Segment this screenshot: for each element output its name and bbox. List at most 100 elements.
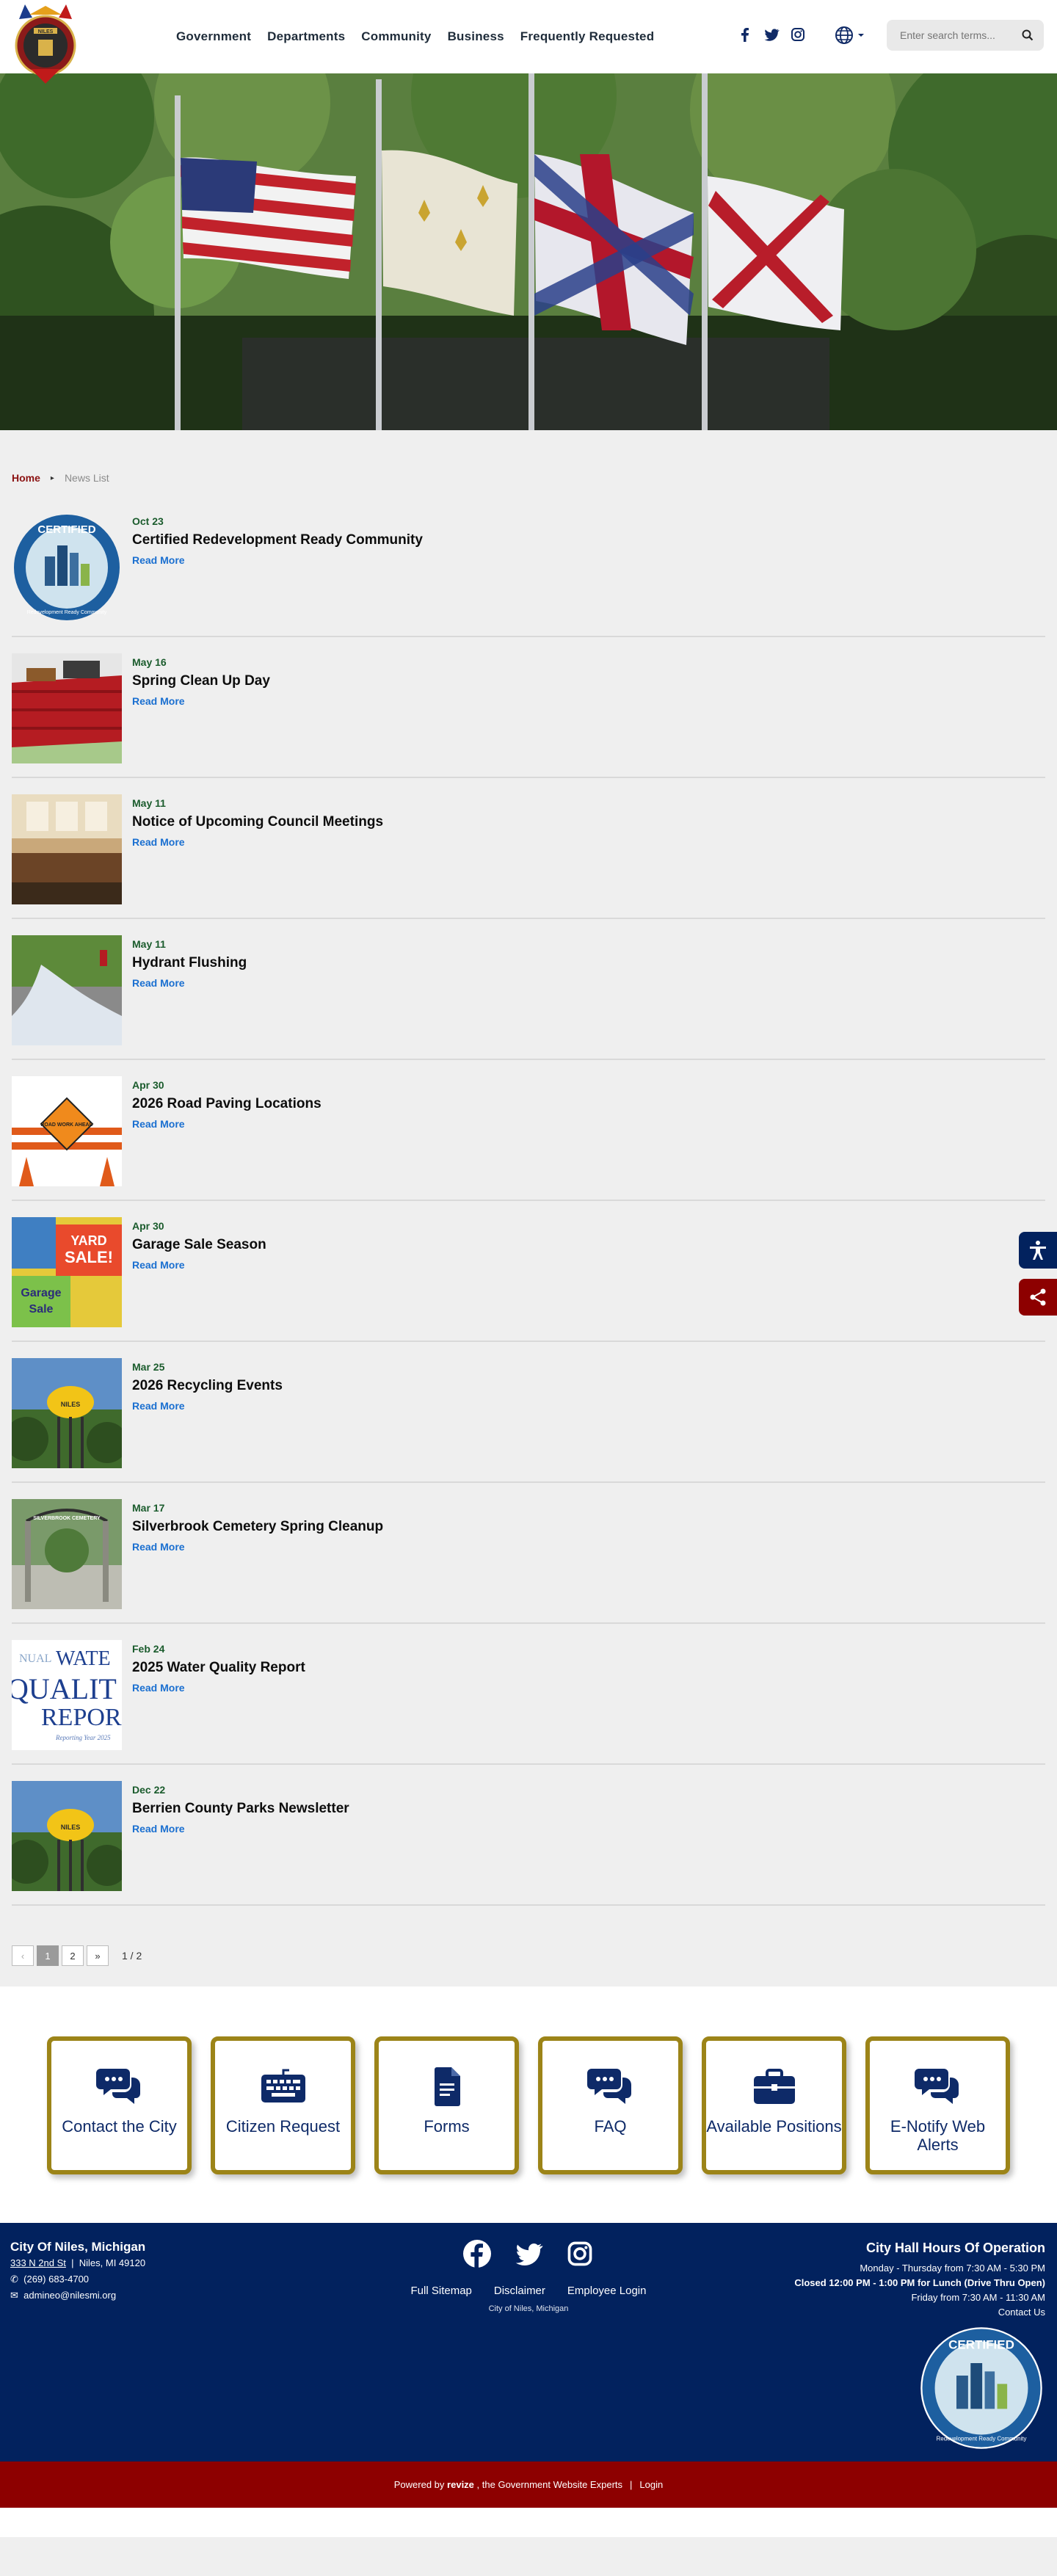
- quick-link-e-notify-web-alerts[interactable]: E-Notify Web Alerts: [865, 2036, 1010, 2174]
- instagram-icon[interactable]: [790, 26, 806, 43]
- news-thumbnail-council-room[interactable]: [12, 794, 122, 904]
- news-title[interactable]: Silverbrook Cemetery Spring Cleanup: [132, 1519, 383, 1535]
- footer-hours-line: Monday - Thursday from 7:30 AM - 5:30 PM: [860, 2263, 1045, 2274]
- nav-business[interactable]: Business: [448, 29, 504, 44]
- news-title[interactable]: 2025 Water Quality Report: [132, 1660, 305, 1676]
- pager-page-1[interactable]: 1: [37, 1945, 59, 1966]
- news-item: May 11 Hydrant Flushing Read More: [12, 919, 1045, 1060]
- globe-icon: [835, 26, 853, 44]
- news-thumbnail-water-tower[interactable]: NILES: [12, 1358, 122, 1468]
- footer-links: Full Sitemap Disclaimer Employee Login: [389, 2285, 668, 2297]
- twitter-icon[interactable]: [514, 2239, 543, 2268]
- news-thumbnail-dumpster[interactable]: [12, 653, 122, 763]
- footer-contact-us-link[interactable]: Contact Us: [794, 2305, 1045, 2320]
- wq-text-5: Reporting Year 2025: [55, 1734, 111, 1741]
- search-input[interactable]: [900, 29, 1017, 41]
- news-title[interactable]: Spring Clean Up Day: [132, 673, 270, 689]
- footer-street-link[interactable]: 333 N 2nd St: [10, 2257, 66, 2268]
- read-more-link[interactable]: Read More: [132, 554, 423, 566]
- accessibility-button[interactable]: [1019, 1232, 1057, 1269]
- read-more-link[interactable]: Read More: [132, 1400, 283, 1412]
- pager-count: 1 / 2: [122, 1950, 142, 1962]
- nav-departments[interactable]: Departments: [267, 29, 345, 44]
- news-thumbnail-hydrant[interactable]: [12, 935, 122, 1045]
- news-thumbnail-crc-seal[interactable]: CERTIFIED Redevelopment Ready Community: [12, 512, 122, 623]
- footer-address: 333 N 2nd St | Niles, MI 49120: [10, 2255, 145, 2271]
- news-thumbnail-cemetery-gate[interactable]: SILVERBROOK CEMETERY: [12, 1499, 122, 1609]
- news-item: May 11 Notice of Upcoming Council Meetin…: [12, 778, 1045, 919]
- city-logo[interactable]: NILES: [10, 3, 81, 91]
- news-title[interactable]: 2026 Recycling Events: [132, 1378, 283, 1394]
- news-item: CERTIFIED Redevelopment Ready Community O…: [12, 496, 1045, 637]
- read-more-link[interactable]: Read More: [132, 1118, 322, 1130]
- wq-text-4: REPOR: [41, 1704, 122, 1731]
- breadcrumb-separator-icon: ▸: [50, 474, 54, 482]
- logo-text: NILES: [38, 29, 54, 35]
- nav-government[interactable]: Government: [176, 29, 251, 44]
- quick-link-faq[interactable]: FAQ: [538, 2036, 683, 2174]
- read-more-link[interactable]: Read More: [132, 977, 247, 989]
- badge-top-text: CERTIFIED: [948, 2338, 1014, 2352]
- quick-link-label: FAQ: [594, 2117, 627, 2136]
- footer-link-employee-login[interactable]: Employee Login: [567, 2285, 647, 2297]
- news-item: NILES Mar 25 2026 Recycling Events Read …: [12, 1342, 1045, 1483]
- footer-center: Full Sitemap Disclaimer Employee Login C…: [389, 2239, 668, 2313]
- instagram-icon[interactable]: [565, 2239, 595, 2268]
- wq-text-3: QUALIT: [12, 1672, 117, 1705]
- news-date: Mar 25: [132, 1361, 165, 1373]
- footer-phone[interactable]: ✆ (269) 683-4700: [10, 2271, 145, 2287]
- pager-next-button[interactable]: »: [87, 1945, 109, 1966]
- news-date: May 11: [132, 938, 166, 950]
- read-more-link[interactable]: Read More: [132, 836, 383, 848]
- site-header: NILES Government Departments Community B…: [0, 0, 1057, 84]
- news-title[interactable]: Notice of Upcoming Council Meetings: [132, 814, 383, 830]
- news-thumbnail-road-work[interactable]: ROAD WORK AHEAD: [12, 1076, 122, 1186]
- accessibility-icon: [1030, 1241, 1046, 1260]
- bottom-login-link[interactable]: Login: [639, 2479, 663, 2490]
- read-more-link[interactable]: Read More: [132, 1682, 305, 1694]
- news-date: Dec 22: [132, 1784, 166, 1796]
- news-title[interactable]: 2026 Road Paving Locations: [132, 1096, 322, 1112]
- facebook-icon[interactable]: [462, 2239, 492, 2268]
- quick-link-contact-the-city[interactable]: Contact the City: [47, 2036, 192, 2174]
- nav-community[interactable]: Community: [361, 29, 431, 44]
- read-more-link[interactable]: Read More: [132, 1823, 349, 1835]
- news-title[interactable]: Garage Sale Season: [132, 1237, 266, 1253]
- seal-top-text: CERTIFIED: [37, 523, 95, 536]
- seal-bottom-text: Redevelopment Ready Community: [27, 610, 107, 615]
- news-thumbnail-water-quality[interactable]: NUAL WATE QUALIT REPOR Reporting Year 2025: [12, 1640, 122, 1750]
- quick-link-forms[interactable]: Forms: [374, 2036, 519, 2174]
- news-title[interactable]: Berrien County Parks Newsletter: [132, 1801, 349, 1817]
- nav-frequently-requested[interactable]: Frequently Requested: [520, 29, 655, 44]
- pager-page-2[interactable]: 2: [62, 1945, 84, 1966]
- mail-icon: ✉: [10, 2290, 18, 2301]
- news-title[interactable]: Certified Redevelopment Ready Community: [132, 532, 423, 548]
- twitter-icon[interactable]: [763, 26, 780, 43]
- footer-small-text: City of Niles, Michigan: [488, 2304, 569, 2313]
- read-more-link[interactable]: Read More: [132, 695, 270, 707]
- footer-link-sitemap[interactable]: Full Sitemap: [411, 2285, 472, 2297]
- read-more-link[interactable]: Read More: [132, 1259, 266, 1271]
- news-title[interactable]: Hydrant Flushing: [132, 955, 247, 971]
- quick-links: Contact the City Citizen Request Forms F…: [0, 1987, 1057, 2223]
- footer-email[interactable]: ✉ admineo@nilesmi.org: [10, 2287, 145, 2304]
- quick-link-available-positions[interactable]: Available Positions: [702, 2036, 846, 2174]
- news-thumbnail-water-tower[interactable]: NILES: [12, 1781, 122, 1891]
- pager-prev-button[interactable]: ‹: [12, 1945, 34, 1966]
- news-item: NILES Dec 22 Berrien County Parks Newsle…: [12, 1765, 1045, 1906]
- breadcrumb-home[interactable]: Home: [12, 472, 40, 484]
- revize-brand[interactable]: revize: [447, 2479, 474, 2490]
- news-item: ROAD WORK AHEAD Apr 30 2026 Road Paving …: [12, 1060, 1045, 1201]
- news-thumbnail-garage-sale[interactable]: YARD SALE! Garage Sale: [12, 1217, 122, 1327]
- social-links: [737, 26, 806, 43]
- read-more-link[interactable]: Read More: [132, 1541, 383, 1553]
- share-button[interactable]: [1019, 1279, 1057, 1316]
- quick-link-citizen-request[interactable]: Citizen Request: [211, 2036, 355, 2174]
- wq-text-1: NUAL: [19, 1652, 51, 1665]
- quick-link-label: Forms: [424, 2117, 470, 2136]
- facebook-icon[interactable]: [737, 26, 753, 43]
- news-date: May 11: [132, 797, 166, 809]
- language-selector[interactable]: [834, 25, 865, 46]
- search-icon[interactable]: [1022, 29, 1034, 41]
- footer-link-disclaimer[interactable]: Disclaimer: [494, 2285, 545, 2297]
